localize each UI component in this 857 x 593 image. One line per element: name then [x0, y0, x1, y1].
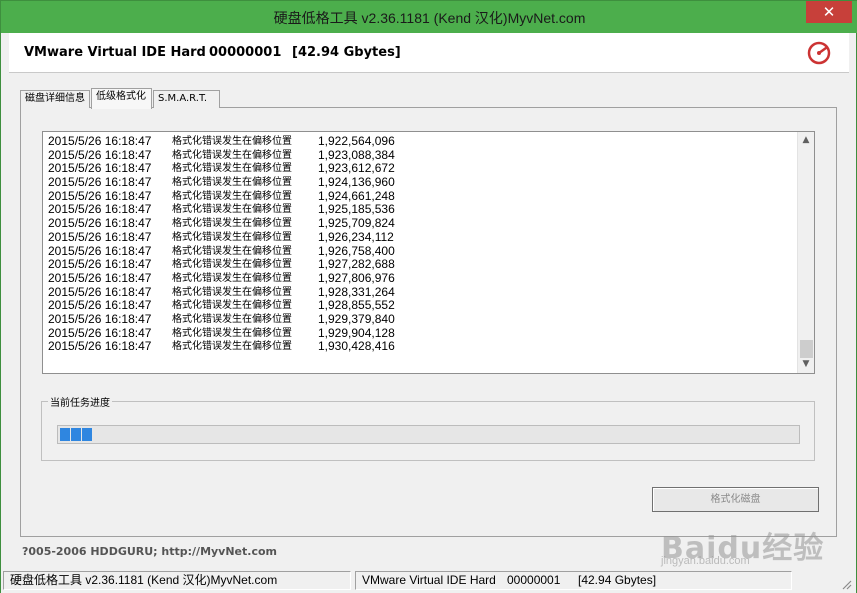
window-title: 硬盘低格工具 v2.36.1181 (Kend 汉化)MyvNet.com	[273, 10, 586, 26]
log-time: 2015/5/26 16:18:47	[48, 270, 152, 285]
log-offset: 1,929,379,840	[318, 311, 395, 326]
log-message: 格式化错误发生在偏移位置	[172, 149, 292, 161]
log-offset: 1,929,904,128	[318, 325, 395, 340]
log-time: 2015/5/26 16:18:47	[48, 243, 152, 258]
scroll-up-icon[interactable]: ▲	[798, 132, 814, 149]
progress-bar	[57, 425, 800, 444]
log-time: 2015/5/26 16:18:47	[48, 298, 152, 313]
progress-label: 当前任务进度	[48, 394, 112, 409]
log-offset: 1,925,709,824	[318, 216, 395, 231]
watermark-sub: jingyan.baidu.com	[661, 555, 750, 567]
log-offset: 1,930,428,416	[318, 339, 395, 354]
tab-disk-details[interactable]: 磁盘详细信息	[20, 90, 90, 108]
tab-low-level-format[interactable]: 低级格式化	[91, 88, 152, 109]
log-offset: 1,924,661,248	[318, 188, 395, 203]
drive-model: VMware Virtual IDE Hard	[24, 45, 206, 60]
log-message: 格式化错误发生在偏移位置	[172, 245, 292, 257]
log-message: 格式化错误发生在偏移位置	[172, 327, 292, 339]
log-time: 2015/5/26 16:18:47	[48, 325, 152, 340]
status-size: [42.94 Gbytes]	[578, 573, 657, 587]
tab-smart[interactable]: S.M.A.R.T.	[153, 90, 220, 108]
log-time: 2015/5/26 16:18:47	[48, 202, 152, 217]
log-message: 格式化错误发生在偏移位置	[172, 313, 292, 325]
log-time: 2015/5/26 16:18:47	[48, 188, 152, 203]
log-offset: 1,926,758,400	[318, 243, 395, 258]
log-message: 格式化错误发生在偏移位置	[172, 163, 292, 175]
log-offset: 1,927,282,688	[318, 257, 395, 272]
log-message: 格式化错误发生在偏移位置	[172, 272, 292, 284]
log-scrollbar[interactable]: ▲ ▼	[797, 132, 814, 373]
log-message: 格式化错误发生在偏移位置	[172, 218, 292, 230]
log-message: 格式化错误发生在偏移位置	[172, 259, 292, 271]
log-time: 2015/5/26 16:18:47	[48, 257, 152, 272]
log-offset: 1,922,564,096	[318, 134, 395, 148]
log-offset: 1,924,136,960	[318, 175, 395, 190]
log-time: 2015/5/26 16:18:47	[48, 147, 152, 162]
log-time: 2015/5/26 16:18:47	[48, 339, 152, 354]
log-time: 2015/5/26 16:18:47	[48, 229, 152, 244]
log-time: 2015/5/26 16:18:47	[48, 284, 152, 299]
log-message: 格式化错误发生在偏移位置	[172, 204, 292, 216]
log-message: 格式化错误发生在偏移位置	[172, 286, 292, 298]
drive-size: [42.94 Gbytes]	[292, 45, 401, 60]
log-offset: 1,926,234,112	[318, 229, 394, 244]
app-logo-icon	[807, 41, 831, 65]
log-time: 2015/5/26 16:18:47	[48, 134, 152, 148]
close-button[interactable]: ✕	[806, 1, 852, 23]
footer-credits[interactable]: ?005-2006 HDDGURU; http://MyvNet.com	[22, 545, 277, 558]
drive-serial: 00000001	[209, 45, 282, 60]
scroll-down-icon[interactable]: ▼	[798, 356, 814, 373]
log-message: 格式化错误发生在偏移位置	[172, 341, 292, 353]
log-message: 格式化错误发生在偏移位置	[172, 300, 292, 312]
progress-segment	[71, 428, 81, 441]
progress-segment	[60, 428, 70, 441]
status-drive: VMware Virtual IDE Hard 00000001 [42.94 …	[355, 571, 792, 590]
progress-segment	[82, 428, 92, 441]
format-log[interactable]: 2015/5/26 16:18:47 格式化错误发生在偏移位置 1,922,564,…	[42, 131, 815, 374]
title-bar[interactable]: 硬盘低格工具 v2.36.1181 (Kend 汉化)MyvNet.com ✕	[1, 1, 857, 33]
log-message: 格式化错误发生在偏移位置	[172, 177, 292, 189]
watermark: Baidu经验 jingyan.baidu.com	[661, 506, 851, 567]
app-window: 硬盘低格工具 v2.36.1181 (Kend 汉化)MyvNet.com ✕ …	[0, 0, 857, 593]
log-offset: 1,928,331,264	[318, 284, 395, 299]
progress-fill	[60, 428, 93, 441]
log-time: 2015/5/26 16:18:47	[48, 311, 152, 326]
log-time: 2015/5/26 16:18:47	[48, 216, 152, 231]
log-message: 格式化错误发生在偏移位置	[172, 231, 292, 243]
log-offset: 1,928,855,552	[318, 298, 395, 313]
status-model: VMware Virtual IDE Hard	[362, 573, 496, 587]
status-serial: 00000001	[507, 573, 561, 587]
log-offset: 1,927,806,976	[318, 270, 395, 285]
log-offset: 1,925,185,536	[318, 202, 395, 217]
drive-header: VMware Virtual IDE Hard 00000001 [42.94 …	[9, 33, 849, 73]
progress-group: 当前任务进度	[41, 394, 815, 461]
log-offset: 1,923,088,384	[318, 147, 395, 162]
log-time: 2015/5/26 16:18:47	[48, 175, 152, 190]
log-time: 2015/5/26 16:18:47	[48, 161, 152, 176]
status-app: 硬盘低格工具 v2.36.1181 (Kend 汉化)MyvNet.com	[3, 571, 351, 590]
resize-grip-icon[interactable]	[840, 578, 852, 590]
log-message: 格式化错误发生在偏移位置	[172, 136, 292, 147]
status-bar: 硬盘低格工具 v2.36.1181 (Kend 汉化)MyvNet.com VM…	[1, 569, 856, 593]
log-message: 格式化错误发生在偏移位置	[172, 190, 292, 202]
log-offset: 1,923,612,672	[318, 161, 395, 176]
